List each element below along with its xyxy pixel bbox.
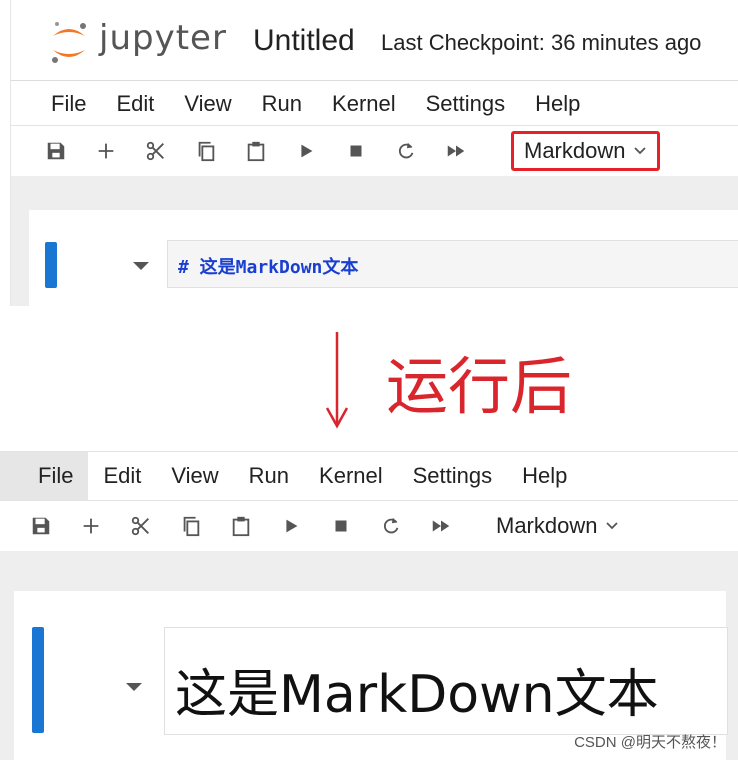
stop-icon[interactable] xyxy=(316,501,366,551)
menu-run[interactable]: Run xyxy=(234,452,304,500)
after-screenshot: File Edit View Run Kernel Settings Help xyxy=(0,445,738,760)
menu-run[interactable]: Run xyxy=(247,82,317,126)
notebook-area: # 这是MarkDown文本 xyxy=(11,176,738,306)
restart-icon[interactable] xyxy=(366,501,416,551)
cut-icon[interactable] xyxy=(131,126,181,176)
add-icon[interactable] xyxy=(81,126,131,176)
cell-type-value: Markdown xyxy=(496,513,598,538)
copy-icon[interactable] xyxy=(166,501,216,551)
paste-icon[interactable] xyxy=(231,126,281,176)
menu-bar: File Edit View Run Kernel Settings Help xyxy=(11,82,738,126)
markdown-source-text: # 这是MarkDown文本 xyxy=(178,257,359,278)
logo-text: jupyter xyxy=(99,18,227,58)
cut-icon[interactable] xyxy=(116,501,166,551)
menu-settings[interactable]: Settings xyxy=(411,82,521,126)
save-icon[interactable] xyxy=(31,126,81,176)
chevron-down-icon xyxy=(634,147,647,155)
restart-icon[interactable] xyxy=(381,126,431,176)
checkpoint-status: Last Checkpoint: 36 minutes ago xyxy=(381,30,702,55)
run-icon[interactable] xyxy=(281,126,331,176)
active-cell-marker xyxy=(45,242,57,288)
after-run-label: 运行后 xyxy=(386,350,573,423)
cell-type-value: Markdown xyxy=(524,138,626,163)
active-cell-marker xyxy=(32,627,44,733)
watermark: CSDN @明天不熬夜！ xyxy=(574,734,726,751)
cell-editor[interactable]: # 这是MarkDown文本 xyxy=(167,240,738,288)
save-icon[interactable] xyxy=(16,501,66,551)
notebook-header: jupyter Untitled Last Checkpoint: 36 min… xyxy=(11,0,738,81)
rendered-markdown[interactable]: 这是MarkDown文本 xyxy=(164,627,728,735)
markdown-cell[interactable]: # 这是MarkDown文本 xyxy=(29,210,738,306)
menu-help[interactable]: Help xyxy=(520,82,595,126)
chevron-down-icon xyxy=(606,522,619,530)
menu-view[interactable]: View xyxy=(169,82,246,126)
stop-icon[interactable] xyxy=(331,126,381,176)
fast-forward-icon[interactable] xyxy=(431,126,481,176)
cell-type-dropdown[interactable]: Markdown xyxy=(511,131,661,171)
collapse-caret-icon[interactable] xyxy=(126,683,142,691)
notebook-area: 这是MarkDown文本 xyxy=(0,551,738,760)
collapse-caret-icon[interactable] xyxy=(133,262,149,270)
down-arrow-icon xyxy=(325,332,349,429)
notebook-toolbar: Markdown xyxy=(11,125,738,177)
menu-settings[interactable]: Settings xyxy=(398,452,508,500)
cell-type-dropdown[interactable]: Markdown xyxy=(486,509,629,543)
fast-forward-icon[interactable] xyxy=(416,501,466,551)
menu-view[interactable]: View xyxy=(156,452,233,500)
menu-kernel[interactable]: Kernel xyxy=(317,82,411,126)
menu-kernel[interactable]: Kernel xyxy=(304,452,398,500)
menu-file[interactable]: File xyxy=(11,82,101,126)
jupyter-logo-icon[interactable] xyxy=(49,18,89,66)
rendered-markdown-text: 这是MarkDown文本 xyxy=(175,665,659,725)
notebook-title[interactable]: Untitled xyxy=(253,24,355,58)
add-icon[interactable] xyxy=(66,501,116,551)
run-icon[interactable] xyxy=(266,501,316,551)
copy-icon[interactable] xyxy=(181,126,231,176)
menu-bar: File Edit View Run Kernel Settings Help xyxy=(0,451,738,500)
paste-icon[interactable] xyxy=(216,501,266,551)
menu-edit[interactable]: Edit xyxy=(88,452,156,500)
menu-help[interactable]: Help xyxy=(507,452,582,500)
menu-file[interactable]: File xyxy=(0,452,89,500)
before-screenshot: jupyter Untitled Last Checkpoint: 36 min… xyxy=(0,0,738,306)
menu-edit[interactable]: Edit xyxy=(101,82,169,126)
notebook-toolbar: Markdown xyxy=(0,500,738,552)
